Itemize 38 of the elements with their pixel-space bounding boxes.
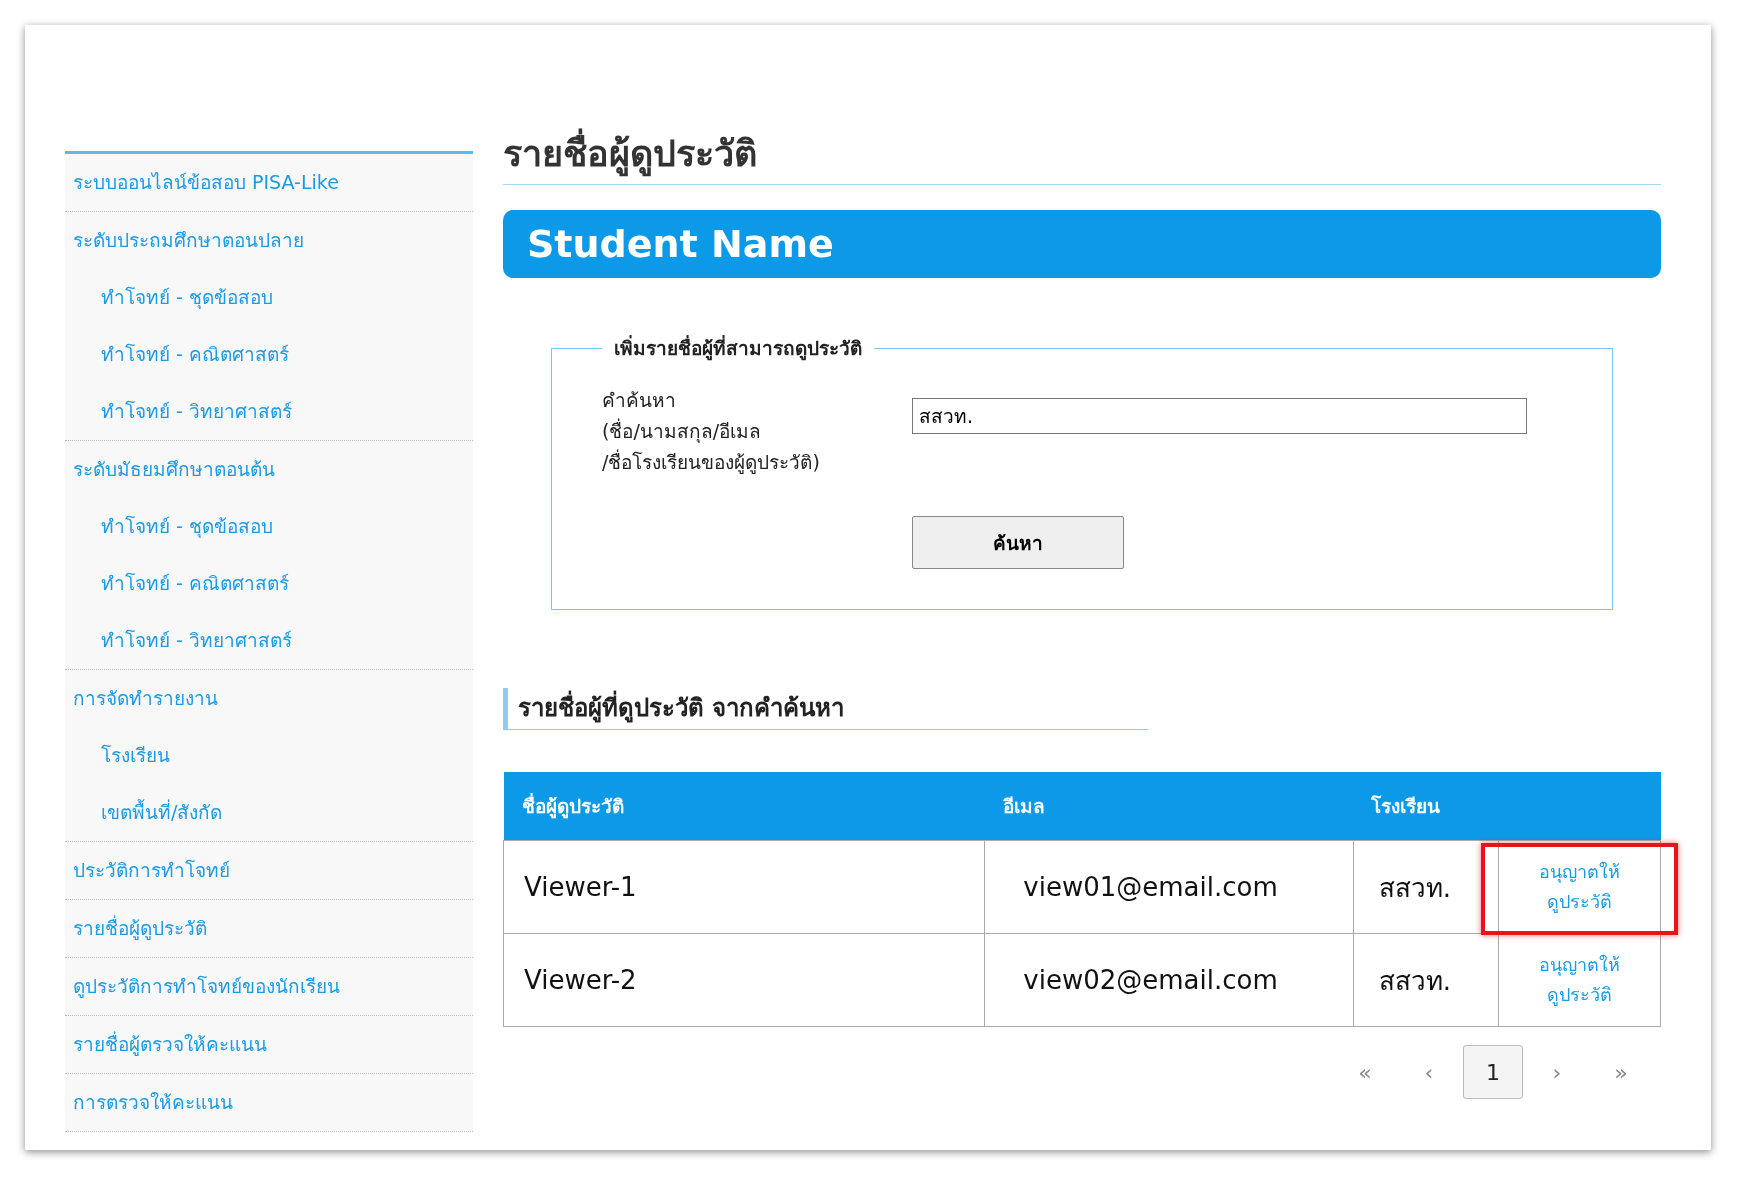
- sidebar-link[interactable]: รายชื่อผู้ดูประวัติ: [65, 900, 473, 957]
- sidebar-link[interactable]: ทำโจทย์ - ชุดข้อสอบ: [65, 269, 473, 326]
- sidebar-link[interactable]: ทำโจทย์ - วิทยาศาสตร์: [65, 383, 473, 440]
- page-button[interactable]: ›: [1527, 1045, 1587, 1099]
- sidebar-link[interactable]: ทำโจทย์ - คณิตศาสตร์: [65, 326, 473, 383]
- panel-legend: เพิ่มรายชื่อผู้ที่สามารถดูประวัติ: [602, 333, 874, 363]
- sidebar-link[interactable]: ทำโจทย์ - คณิตศาสตร์: [65, 555, 473, 612]
- column-header: ชื่อผู้ดูประวัติ: [503, 772, 985, 841]
- search-button[interactable]: ค้นหา: [912, 516, 1124, 569]
- sidebar-link[interactable]: โรงเรียน: [65, 727, 473, 784]
- search-label: คำค้นหา (ชื่อ/นามสกุล/อีเมล /ชื่อโรงเรียนของผู้ดูประวัติ): [602, 388, 821, 476]
- sidebar-link[interactable]: ระบบออนไลน์ข้อสอบ PISA-Like: [65, 154, 473, 211]
- table-cell: สสวท.: [1353, 933, 1499, 1027]
- search-field[interactable]: สสวท.: [912, 398, 1527, 434]
- sidebar-link[interactable]: การตรวจให้คะแนน: [65, 1074, 473, 1131]
- column-header: โรงเรียน: [1353, 772, 1499, 841]
- page-button[interactable]: »: [1591, 1045, 1651, 1099]
- sidebar-link[interactable]: ระดับประถมศึกษาตอนปลาย: [65, 212, 473, 269]
- sidebar-link[interactable]: ทำโจทย์ - ชุดข้อสอบ: [65, 498, 473, 555]
- page-button[interactable]: ‹: [1399, 1045, 1459, 1099]
- page-button[interactable]: «: [1335, 1045, 1395, 1099]
- sidebar-link[interactable]: รายชื่อผู้ตรวจให้คะแนน: [65, 1016, 473, 1073]
- sidebar-link[interactable]: ประวัติการทำโจทย์: [65, 842, 473, 899]
- table-cell: สสวท.: [1353, 840, 1499, 934]
- page-title: รายชื่อผู้ดูประวัติ: [503, 125, 1661, 185]
- sidebar-link[interactable]: ระดับมัธยมศึกษาตอนต้น: [65, 441, 473, 498]
- table-cell: Viewer-2: [503, 933, 985, 1027]
- table-cell: Viewer-1: [503, 840, 985, 934]
- sidebar-link[interactable]: เขตพื้นที่/สังกัด: [65, 784, 473, 841]
- table-cell: view02@email.com: [984, 933, 1354, 1027]
- sidebar-link[interactable]: การจัดทำรายงาน: [65, 670, 473, 727]
- banner-heading: Student Name: [503, 210, 1661, 278]
- column-header: อีเมล: [984, 772, 1354, 841]
- table-cell: view01@email.com: [984, 840, 1354, 934]
- sidebar-link[interactable]: ทำโจทย์ - วิทยาศาสตร์: [65, 612, 473, 669]
- page-button[interactable]: 1: [1463, 1045, 1523, 1099]
- section-heading: รายชื่อผู้ที่ดูประวัติ จากคำค้นหา: [503, 688, 1148, 730]
- sidebar-link[interactable]: ดูประวัติการทำโจทย์ของนักเรียน: [65, 958, 473, 1015]
